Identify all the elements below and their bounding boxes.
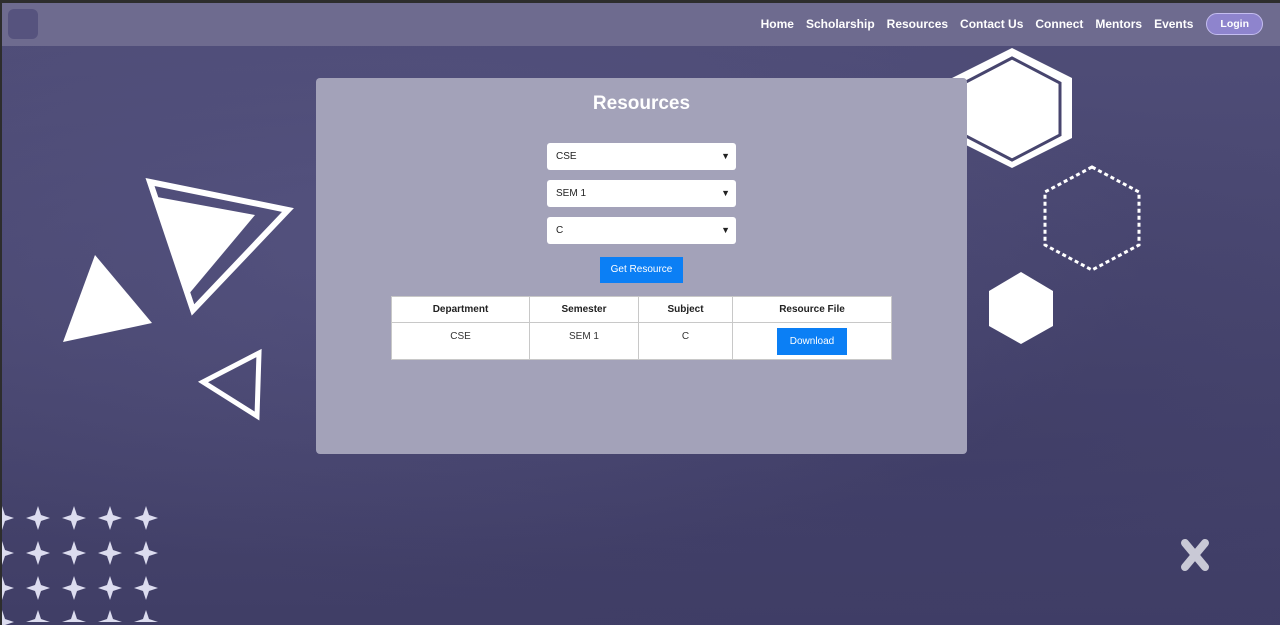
- column-header: Resource File: [732, 296, 892, 323]
- column-header: Department: [391, 296, 530, 323]
- subject-select[interactable]: C ▼: [547, 217, 736, 244]
- page-title: Resources: [592, 93, 691, 114]
- navbar: Home Scholarship Resources Contact Us Co…: [2, 3, 1280, 46]
- column-header: Subject: [638, 296, 733, 323]
- table-header-row: Department Semester Subject Resource Fil…: [391, 296, 892, 323]
- semester-select-value: SEM 1: [556, 188, 587, 199]
- nav-links: Home Scholarship Resources Contact Us Co…: [749, 13, 1263, 35]
- nav-mentors[interactable]: Mentors: [1095, 17, 1142, 31]
- cell-resource-file: Download: [732, 322, 892, 360]
- nav-home[interactable]: Home: [761, 17, 794, 31]
- resources-table: Department Semester Subject Resource Fil…: [391, 296, 892, 360]
- nav-events[interactable]: Events: [1154, 17, 1193, 31]
- cell-subject: C: [638, 322, 733, 360]
- login-button[interactable]: Login: [1206, 13, 1263, 35]
- department-select[interactable]: CSE ▼: [547, 143, 736, 170]
- cell-semester: SEM 1: [529, 322, 639, 360]
- chevron-down-icon: ▼: [721, 225, 730, 235]
- cross-decoration: [1181, 539, 1209, 571]
- chevron-down-icon: ▼: [721, 151, 730, 161]
- triangles-decoration: [63, 178, 294, 421]
- get-resource-button[interactable]: Get Resource: [600, 257, 683, 283]
- nav-contact-us[interactable]: Contact Us: [960, 17, 1023, 31]
- table-row: CSE SEM 1 C Download: [391, 322, 892, 360]
- nav-scholarship[interactable]: Scholarship: [806, 17, 875, 31]
- window-frame-left: [0, 0, 2, 625]
- logo[interactable]: [8, 9, 38, 39]
- department-select-value: CSE: [556, 151, 577, 162]
- hexagons-decoration: [952, 48, 1141, 344]
- stars-decoration: [0, 506, 158, 625]
- nav-resources[interactable]: Resources: [887, 17, 948, 31]
- chevron-down-icon: ▼: [721, 188, 730, 198]
- column-header: Semester: [529, 296, 639, 323]
- cell-department: CSE: [391, 322, 530, 360]
- nav-connect[interactable]: Connect: [1035, 17, 1083, 31]
- window-frame-top: [0, 0, 1280, 3]
- download-button[interactable]: Download: [777, 328, 847, 355]
- resources-panel: Resources CSE ▼ SEM 1 ▼ C ▼ Get Resource…: [316, 78, 967, 454]
- semester-select[interactable]: SEM 1 ▼: [547, 180, 736, 207]
- subject-select-value: C: [556, 225, 564, 236]
